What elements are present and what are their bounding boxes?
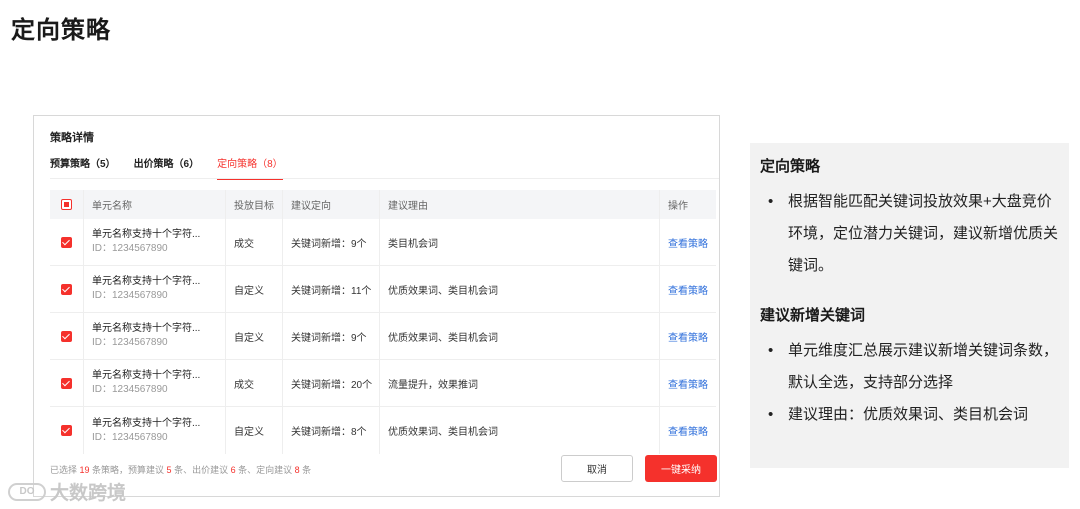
table-header: 单元名称 投放目标 建议定向 建议理由 操作 <box>50 190 716 219</box>
note-list-1: 根据智能匹配关键词投放效果+大盘竞价环境，定位潜力关键词，建议新增优质关键词。 <box>760 186 1059 282</box>
direction-cell: 关键词新增：11个 <box>283 266 380 312</box>
unit-id: ID：1234567890 <box>92 337 168 348</box>
goal-cell: 自定义 <box>226 313 283 359</box>
direction-cell: 关键词新增：20个 <box>283 360 380 406</box>
view-strategy-link[interactable]: 查看策略 <box>668 376 708 391</box>
direction-cell: 关键词新增：9个 <box>283 313 380 359</box>
unit-id: ID：1234567890 <box>92 384 168 395</box>
row-checkbox-cell <box>50 360 84 406</box>
goal-cell: 成交 <box>226 219 283 265</box>
strategy-detail-panel: 策略详情 预算策略（5） 出价策略（6） 定向策略（8） 单元名称 投放目标 建… <box>33 115 720 497</box>
unit-name: 单元名称支持十个字符... <box>92 276 201 287</box>
strategy-table: 单元名称 投放目标 建议定向 建议理由 操作 单元名称支持十个字符... ID：… <box>50 190 716 454</box>
header-direction: 建议定向 <box>283 190 380 219</box>
note-item: 单元维度汇总展示建议新增关键词条数，默认全选，支持部分选择 <box>760 335 1059 399</box>
direction-cell: 关键词新增：8个 <box>283 407 380 454</box>
row-checkbox[interactable] <box>61 236 72 248</box>
row-checkbox-cell <box>50 313 84 359</box>
tab-targeting-strategy[interactable]: 定向策略（8） <box>217 155 283 180</box>
unit-name: 单元名称支持十个字符... <box>92 417 201 429</box>
header-reason: 建议理由 <box>380 190 660 219</box>
unit-id: ID：1234567890 <box>92 243 168 254</box>
summary-text: 条、出价建议 <box>171 465 231 475</box>
selection-summary: 已选择 19 条策略，预算建议 5 条、出价建议 6 条、定向建议 8 条 <box>50 463 311 476</box>
unit-id: ID：1234567890 <box>92 431 168 443</box>
tab-budget-strategy[interactable]: 预算策略（5） <box>50 155 116 180</box>
summary-text: 条策略，预算建议 <box>89 465 167 475</box>
panel-title: 策略详情 <box>50 132 94 144</box>
unit-name: 单元名称支持十个字符... <box>92 370 201 381</box>
unit-name-cell: 单元名称支持十个字符... ID：1234567890 <box>84 219 226 265</box>
direction-cell: 关键词新增：9个 <box>283 219 380 265</box>
reason-cell: 优质效果词、类目机会词 <box>380 407 660 454</box>
summary-text: 条、定向建议 <box>235 465 295 475</box>
view-strategy-link[interactable]: 查看策略 <box>668 423 708 438</box>
note-list-2: 单元维度汇总展示建议新增关键词条数，默认全选，支持部分选择 建议理由：优质效果词… <box>760 335 1059 431</box>
header-checkbox-cell <box>50 190 84 219</box>
note-item: 建议理由：优质效果词、类目机会词 <box>760 399 1059 431</box>
unit-name-cell: 单元名称支持十个字符... ID：1234567890 <box>84 407 226 454</box>
header-unit-name: 单元名称 <box>84 190 226 219</box>
watermark-logo: DO <box>8 482 46 501</box>
header-action: 操作 <box>668 201 688 212</box>
unit-name: 单元名称支持十个字符... <box>92 229 201 240</box>
reason-cell: 类目机会词 <box>380 219 660 265</box>
header-goal: 投放目标 <box>226 190 283 219</box>
action-cell: 查看策略 <box>660 219 716 265</box>
goal-cell: 自定义 <box>226 266 283 312</box>
summary-text: 已选择 <box>50 465 80 475</box>
note-item: 根据智能匹配关键词投放效果+大盘竞价环境，定位潜力关键词，建议新增优质关键词。 <box>760 186 1059 282</box>
table-row: 单元名称支持十个字符... ID：1234567890 成交 关键词新增：20个… <box>50 360 716 407</box>
view-strategy-link[interactable]: 查看策略 <box>668 235 708 250</box>
action-cell: 查看策略 <box>660 407 716 454</box>
watermark: DO 大数跨境 <box>8 478 126 505</box>
row-checkbox-cell <box>50 219 84 265</box>
reason-cell: 优质效果词、类目机会词 <box>380 266 660 312</box>
tab-bid-strategy[interactable]: 出价策略（6） <box>134 155 200 180</box>
tab-bar: 预算策略（5） 出价策略（6） 定向策略（8） <box>50 155 301 180</box>
selected-count: 19 <box>79 465 90 475</box>
table-row: 单元名称支持十个字符... ID：1234567890 自定义 关键词新增：11… <box>50 266 716 313</box>
action-cell: 查看策略 <box>660 313 716 359</box>
note-heading-targeting: 定向策略 <box>760 158 821 175</box>
row-checkbox-cell <box>50 407 84 454</box>
reason-cell: 优质效果词、类目机会词 <box>380 313 660 359</box>
note-heading-new-keywords: 建议新增关键词 <box>760 307 866 324</box>
summary-text: 条 <box>299 465 312 475</box>
reason-cell: 流量提升，效果推词 <box>380 360 660 406</box>
explanation-box: 定向策略 根据智能匹配关键词投放效果+大盘竞价环境，定位潜力关键词，建议新增优质… <box>750 143 1069 468</box>
row-checkbox[interactable] <box>61 330 72 342</box>
page-title: 定向策略 <box>11 17 111 44</box>
row-checkbox[interactable] <box>61 377 72 389</box>
table-row: 单元名称支持十个字符... ID：1234567890 自定义 关键词新增：9个… <box>50 313 716 360</box>
unit-name: 单元名称支持十个字符... <box>92 323 201 334</box>
tabs-divider <box>50 178 719 179</box>
unit-name-cell: 单元名称支持十个字符... ID：1234567890 <box>84 313 226 359</box>
goal-cell: 成交 <box>226 360 283 406</box>
cancel-button[interactable]: 取消 <box>561 455 633 482</box>
row-checkbox[interactable] <box>61 283 72 295</box>
action-cell: 查看策略 <box>660 360 716 406</box>
accept-all-button[interactable]: 一键采纳 <box>645 455 717 482</box>
goal-cell: 自定义 <box>226 407 283 454</box>
action-cell: 查看策略 <box>660 266 716 312</box>
row-checkbox[interactable] <box>61 425 72 436</box>
view-strategy-link[interactable]: 查看策略 <box>668 329 708 344</box>
view-strategy-link[interactable]: 查看策略 <box>668 282 708 297</box>
unit-id: ID：1234567890 <box>92 290 168 301</box>
unit-name-cell: 单元名称支持十个字符... ID：1234567890 <box>84 266 226 312</box>
table-row: 单元名称支持十个字符... ID：1234567890 成交 关键词新增：9个 … <box>50 219 716 266</box>
watermark-text: 大数跨境 <box>50 483 127 504</box>
table-row: 单元名称支持十个字符... ID：1234567890 自定义 关键词新增：8个… <box>50 407 716 454</box>
select-all-checkbox[interactable] <box>61 199 72 210</box>
unit-name-cell: 单元名称支持十个字符... ID：1234567890 <box>84 360 226 406</box>
row-checkbox-cell <box>50 266 84 312</box>
